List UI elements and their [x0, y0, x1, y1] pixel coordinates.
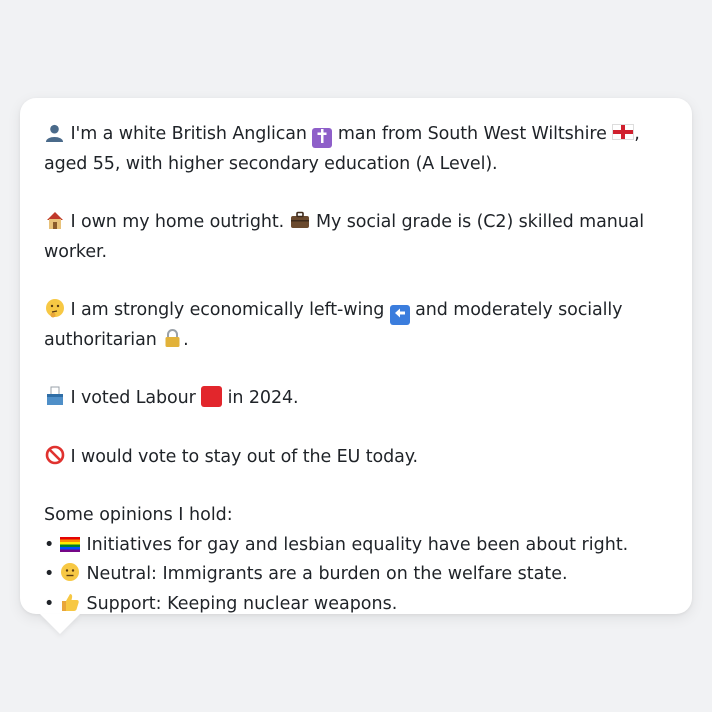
opinion-text: Neutral: Immigrants are a burden on the … — [86, 564, 568, 584]
england-flag-icon — [612, 124, 635, 140]
ballot-box-icon — [44, 384, 65, 414]
left-arrow-icon — [389, 305, 410, 325]
thinking-face-icon — [44, 296, 65, 326]
opinion-text: Initiatives for gay and lesbian equality… — [86, 534, 629, 555]
lock-icon — [162, 326, 183, 356]
housing-line: I own my home outright. My social grade … — [44, 208, 672, 267]
house-icon — [44, 208, 65, 238]
political-compass-line: I am strongly economically left-wing and… — [44, 296, 672, 355]
opinion-text: Support: Keeping nuclear weapons. — [86, 593, 398, 614]
identity-text-2: man from South West Wiltshire — [337, 124, 607, 144]
vote-text-2: in 2024. — [227, 388, 299, 408]
vote-text-1: I voted Labour — [70, 388, 196, 408]
identity-line: I'm a white British Anglican man from So… — [44, 120, 672, 179]
latin-cross-icon — [312, 128, 333, 148]
housing-text: I own my home outright. — [70, 212, 285, 232]
list-item: Neutral: Immigrants are a burden on the … — [44, 560, 672, 590]
vote-2024-line: I voted Labour in 2024. — [44, 384, 672, 414]
list-item: Support: Keeping nuclear weapons. — [44, 590, 672, 620]
eu-text: I would vote to stay out of the EU today… — [70, 446, 418, 467]
bubble-tail — [40, 614, 80, 634]
list-item: Initiatives for gay and lesbian equality… — [44, 531, 672, 561]
neutral-face-icon — [60, 560, 81, 590]
identity-text-1: I'm a white British Anglican — [70, 124, 307, 144]
rainbow-flag-icon — [60, 531, 81, 561]
bust-in-silhouette-icon — [44, 120, 65, 150]
period-text: . — [183, 329, 189, 350]
economic-text: I am strongly economically left-wing — [70, 300, 385, 320]
opinions-list: Initiatives for gay and lesbian equality… — [44, 531, 672, 620]
opinions-heading: Some opinions I hold: — [44, 505, 233, 525]
eu-line: I would vote to stay out of the EU today… — [44, 443, 672, 473]
briefcase-icon — [290, 208, 311, 238]
chat-message-bubble: I'm a white British Anglican man from So… — [20, 98, 692, 614]
prohibited-icon — [44, 443, 65, 473]
red-square-icon — [201, 386, 223, 407]
